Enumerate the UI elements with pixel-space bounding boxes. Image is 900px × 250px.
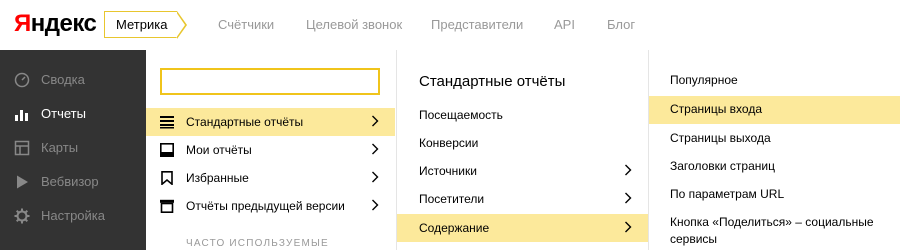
service-tag-metrika[interactable]: Метрика: [104, 11, 188, 39]
report-label: Кнопка «Поделиться» – социальные сервисы: [670, 215, 874, 246]
sidebar-item-label: Карты: [41, 140, 79, 155]
standard-reports-panel: Стандартные отчёты Посещаемость Конверси…: [396, 50, 648, 250]
report-category-visitors[interactable]: Посетители: [397, 185, 648, 213]
chevron-right-icon: [372, 171, 379, 183]
sidebar-item-summary[interactable]: Сводка: [0, 63, 146, 97]
chevron-right-icon: [372, 115, 379, 127]
report-exit-pages[interactable]: Страницы выхода: [649, 125, 900, 152]
search-input[interactable]: [162, 70, 378, 93]
report-category-label: Посещаемость: [419, 108, 503, 122]
menu-item-label: Мои отчёты: [186, 143, 252, 157]
sidebar-item-label: Отчеты: [41, 106, 86, 121]
sidebar: Сводка Отчеты Карты Вебвизор Настройка: [0, 50, 146, 250]
report-entry-pages[interactable]: Страницы входа: [649, 96, 900, 124]
chevron-right-icon: [625, 164, 632, 176]
report-category-label: Содержание: [419, 221, 490, 235]
menu-item-label: Отчёты предыдущей версии: [186, 199, 345, 213]
report-label: Страницы входа: [670, 102, 762, 116]
menu-item-label: Избранные: [186, 171, 249, 185]
chevron-right-icon: [625, 221, 632, 233]
reports-menu: Стандартные отчёты Мои отчёты Избранные …: [146, 50, 395, 250]
report-category-label: Источники: [419, 164, 477, 178]
chevron-right-icon: [372, 199, 379, 211]
nav-representatives[interactable]: Представители: [431, 17, 523, 32]
report-popular[interactable]: Популярное: [649, 67, 900, 94]
report-category-conversions[interactable]: Конверсии: [397, 129, 648, 157]
dashboard-icon: [14, 72, 30, 88]
nav-api[interactable]: API: [554, 17, 575, 32]
report-url-parameters[interactable]: По параметрам URL: [649, 181, 900, 208]
report-category-content[interactable]: Содержание: [397, 214, 648, 242]
section-title-frequently-used: ЧАСТО ИСПОЛЬЗУЕМЫЕ: [186, 238, 329, 249]
report-category-attendance[interactable]: Посещаемость: [397, 101, 648, 129]
top-bar: Яндекс Метрика Счётчики Целевой звонок П…: [0, 0, 900, 50]
report-label: Популярное: [670, 73, 738, 87]
chevron-right-icon: [372, 143, 379, 155]
chevron-right-icon: [625, 192, 632, 204]
sidebar-item-reports[interactable]: Отчеты: [0, 97, 146, 131]
inbox-icon: [160, 143, 174, 157]
sidebar-item-label: Сводка: [41, 72, 85, 87]
report-share-button[interactable]: Кнопка «Поделиться» – социальные сервисы: [649, 209, 900, 250]
sidebar-item-label: Вебвизор: [41, 174, 99, 189]
play-icon: [17, 175, 28, 189]
sidebar-item-webvisor[interactable]: Вебвизор: [0, 165, 146, 199]
menu-item-label: Стандартные отчёты: [186, 115, 304, 129]
logo-first-letter: Я: [14, 10, 31, 37]
nav-counters[interactable]: Счётчики: [218, 17, 274, 32]
report-page-titles[interactable]: Заголовки страниц: [649, 153, 900, 180]
report-label: По параметрам URL: [670, 187, 785, 201]
nav-blog[interactable]: Блог: [607, 17, 635, 32]
report-category-sources[interactable]: Источники: [397, 157, 648, 185]
content-reports-panel: Популярное Страницы входа Страницы выход…: [648, 50, 900, 250]
menu-item-previous-version[interactable]: Отчёты предыдущей версии: [146, 192, 395, 220]
menu-item-my-reports[interactable]: Мои отчёты: [146, 136, 395, 164]
logo-rest: ндекс: [30, 10, 97, 37]
archive-icon: [160, 199, 174, 213]
yandex-logo[interactable]: Яндекс: [14, 10, 97, 38]
report-label: Заголовки страниц: [670, 159, 775, 173]
gear-icon: [14, 208, 30, 224]
list-icon: [160, 116, 174, 129]
sidebar-item-label: Настройка: [41, 208, 105, 223]
bar-chart-icon: [15, 110, 28, 121]
report-category-label: Посетители: [419, 192, 485, 206]
report-label: Страницы выхода: [670, 131, 771, 145]
sidebar-item-maps[interactable]: Карты: [0, 131, 146, 165]
bookmark-icon: [161, 171, 173, 185]
map-icon: [14, 140, 30, 156]
menu-item-favorites[interactable]: Избранные: [146, 164, 395, 192]
panel-title: Стандартные отчёты: [419, 73, 566, 90]
menu-item-standard-reports[interactable]: Стандартные отчёты: [146, 108, 395, 136]
sidebar-item-settings[interactable]: Настройка: [0, 199, 146, 233]
search-field[interactable]: [160, 68, 380, 95]
report-category-label: Конверсии: [419, 136, 479, 150]
nav-call-tracking[interactable]: Целевой звонок: [306, 17, 402, 32]
